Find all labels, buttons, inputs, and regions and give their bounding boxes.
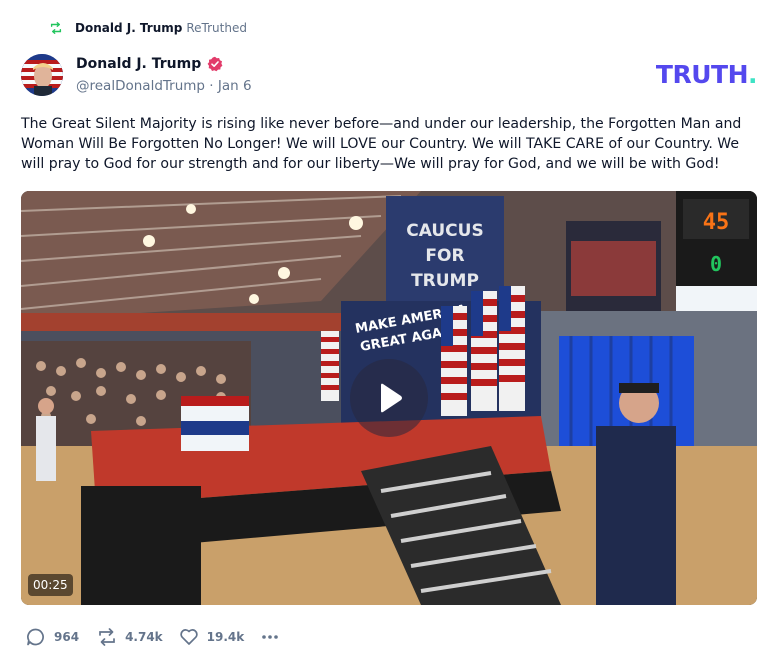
reply-count: 964	[54, 630, 80, 644]
logo-dot: .	[748, 60, 758, 89]
play-icon	[381, 383, 402, 413]
svg-text:0: 0	[710, 252, 722, 276]
verified-badge-icon	[207, 56, 223, 72]
more-button[interactable]	[260, 627, 288, 647]
avatar-image	[21, 54, 63, 96]
svg-text:TRUMP: TRUMP	[411, 271, 479, 291]
like-count: 19.4k	[206, 630, 245, 644]
video-player[interactable]: CAUCUS FOR TRUMP MAKE AMERICA GREAT AGAI…	[21, 191, 757, 605]
play-button[interactable]	[350, 359, 428, 437]
truth-social-logo[interactable]: TRUTH.	[655, 60, 758, 90]
retruth-count: 4.74k	[125, 630, 163, 644]
avatar[interactable]	[21, 54, 63, 96]
like-button[interactable]: 19.4k	[179, 627, 245, 647]
retruth-action-icon	[99, 628, 115, 646]
svg-text:45: 45	[703, 210, 730, 235]
reply-button[interactable]: 964	[26, 627, 79, 647]
retruth-header[interactable]: Donald J. Trump ReTruthed	[49, 18, 247, 38]
retruth-icon	[50, 22, 62, 34]
author-handle-date[interactable]: @realDonaldTrump · Jan 6	[76, 78, 252, 94]
author-name[interactable]: Donald J. Trump	[76, 54, 223, 74]
logo-text: TRUTH	[655, 60, 749, 89]
truth-post: Donald J. Trump ReTruthed Donald J. Trum…	[0, 0, 778, 667]
reply-icon	[27, 628, 44, 646]
svg-text:FOR: FOR	[425, 246, 464, 266]
action-bar: 964 4.74k 19.4k	[26, 626, 288, 648]
video-duration: 00:25	[28, 574, 73, 596]
author-display-name[interactable]: Donald J. Trump	[76, 56, 201, 72]
retruth-label: ReTruthed	[186, 21, 247, 35]
retruth-author[interactable]: Donald J. Trump	[75, 21, 182, 35]
post-text: The Great Silent Majority is rising like…	[21, 116, 742, 172]
more-icon	[262, 635, 279, 639]
retruth-button[interactable]: 4.74k	[97, 627, 163, 647]
svg-text:CAUCUS: CAUCUS	[406, 221, 483, 241]
heart-icon	[179, 629, 198, 645]
